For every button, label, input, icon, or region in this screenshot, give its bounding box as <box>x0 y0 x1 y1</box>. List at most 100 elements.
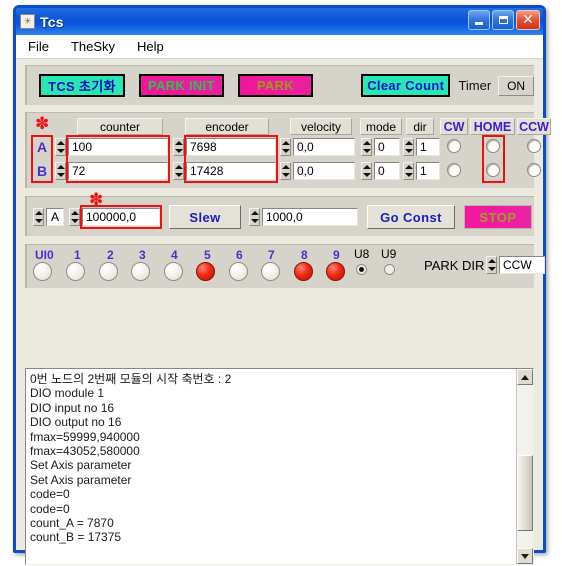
slew-panel: ✽ A 100000,0 Slew 1000,0 Go Const STOP <box>25 192 534 236</box>
axis-a-dir-input[interactable]: 1 <box>416 138 440 156</box>
axis-b-velocity-input[interactable]: 0,0 <box>293 162 355 180</box>
clear-count-button[interactable]: Clear Count <box>361 74 451 97</box>
menu-bar: File TheSky Help <box>16 35 543 59</box>
asterisk-marker-counter: ✽ <box>35 114 50 134</box>
tcs-init-button[interactable]: TCS 초기화 <box>39 74 125 97</box>
const-value-input[interactable]: 1000,0 <box>262 208 358 226</box>
axis-a-dir-spinner[interactable] <box>403 138 414 156</box>
io-led-3[interactable] <box>131 262 150 281</box>
io-led-4[interactable] <box>164 262 183 281</box>
io-label-5: 5 <box>204 248 211 262</box>
maximize-button[interactable] <box>492 10 514 30</box>
axis-b-encoder-input[interactable]: 17428 <box>186 162 276 180</box>
io-label-3: 3 <box>139 248 146 262</box>
axis-a-ccw-radio[interactable] <box>527 139 541 153</box>
axis-b-encoder-spinner[interactable] <box>173 162 184 180</box>
log-output-panel: 0번 노드의 2번째 모듈의 시작 축번호 : 2 DIO module 1 D… <box>25 368 534 565</box>
u8-radio-dot <box>359 267 364 272</box>
slew-button[interactable]: Slew <box>169 205 241 229</box>
axis-b-ccw-radio[interactable] <box>527 163 541 177</box>
minimize-button[interactable] <box>468 10 490 30</box>
axis-a-cw-radio[interactable] <box>447 139 461 153</box>
velocity-header: velocity <box>290 118 352 135</box>
axis-b-cw-radio[interactable] <box>447 163 461 177</box>
u9-radio[interactable] <box>384 264 395 275</box>
menu-item-thesky[interactable]: TheSky <box>69 38 117 55</box>
mode-header: mode <box>360 118 402 135</box>
io-label-9: 9 <box>333 248 340 262</box>
command-toolbar: TCS 초기화 PARK INIT PARK Clear Count Timer… <box>25 65 534 105</box>
axis-a-mode-input[interactable]: 0 <box>374 138 400 156</box>
u8-radio[interactable] <box>356 264 367 275</box>
client-area: TCS 초기화 PARK INIT PARK Clear Count Timer… <box>16 59 551 565</box>
scrollbar-thumb[interactable] <box>517 455 533 531</box>
axis-a-encoder-spinner[interactable] <box>173 138 184 156</box>
io-led-6[interactable] <box>229 262 248 281</box>
io-led-7[interactable] <box>261 262 280 281</box>
window-controls: ✕ <box>468 10 540 30</box>
io-led-9[interactable] <box>326 262 345 281</box>
axis-b-mode-spinner[interactable] <box>361 162 372 180</box>
chevron-up-icon <box>521 374 529 380</box>
scroll-down-button[interactable] <box>517 548 533 564</box>
log-scrollbar[interactable] <box>516 369 533 564</box>
axis-b-counter-spinner[interactable] <box>55 162 66 180</box>
maximize-icon <box>498 16 508 24</box>
scroll-up-button[interactable] <box>517 369 533 385</box>
axis-panel: ✽ counter encoder velocity mode dir CW H… <box>25 112 551 188</box>
slew-value-spinner[interactable] <box>69 208 80 226</box>
axis-b-dir-input[interactable]: 1 <box>416 162 440 180</box>
slew-axis-spinner[interactable] <box>33 208 44 226</box>
dir-header: dir <box>406 118 434 135</box>
const-value-spinner[interactable] <box>249 208 260 226</box>
axis-b-label: B <box>37 163 48 179</box>
close-button[interactable]: ✕ <box>516 10 540 30</box>
go-const-button[interactable]: Go Const <box>367 205 455 229</box>
axis-a-mode-spinner[interactable] <box>361 138 372 156</box>
home-header: HOME <box>470 118 515 135</box>
axis-a-velocity-spinner[interactable] <box>280 138 291 156</box>
io-led-8[interactable] <box>294 262 313 281</box>
axis-a-encoder-input[interactable]: 7698 <box>186 138 276 156</box>
stop-button[interactable]: STOP <box>464 205 532 229</box>
u8-label: U8 <box>354 247 370 261</box>
park-dir-value[interactable]: CCW <box>499 256 545 274</box>
io-label-1: 1 <box>74 248 81 262</box>
axis-a-velocity-input[interactable]: 0,0 <box>293 138 355 156</box>
io-led-0[interactable] <box>33 262 52 281</box>
u9-label: U9 <box>381 247 397 261</box>
park-dir-spinner[interactable] <box>486 256 497 274</box>
io-label-2: 2 <box>107 248 114 262</box>
title-bar[interactable]: ☀ Tcs ✕ <box>16 8 543 35</box>
axis-b-home-radio[interactable] <box>486 163 500 177</box>
menu-item-file[interactable]: File <box>26 38 51 55</box>
slew-axis-value[interactable]: A <box>46 208 64 226</box>
axis-b-velocity-spinner[interactable] <box>280 162 291 180</box>
chevron-down-icon <box>521 553 529 559</box>
axis-a-home-radio[interactable] <box>486 139 500 153</box>
io-label-8: 8 <box>301 248 308 262</box>
io-label-0: UI0 <box>35 248 54 262</box>
timer-value[interactable]: ON <box>498 75 534 96</box>
axis-a-label: A <box>37 139 48 155</box>
axis-b-mode-input[interactable]: 0 <box>374 162 400 180</box>
asterisk-marker-slew: ✽ <box>89 190 104 210</box>
io-led-1[interactable] <box>66 262 85 281</box>
window-title: Tcs <box>40 13 64 30</box>
io-led-5[interactable] <box>196 262 215 281</box>
io-panel: UI0 1 2 3 4 5 6 7 8 9 U8 U9 PARK DIR CCW <box>25 244 545 288</box>
axis-b-dir-spinner[interactable] <box>403 162 414 180</box>
io-label-7: 7 <box>268 248 275 262</box>
axis-b-counter-input[interactable]: 72 <box>68 162 168 180</box>
menu-item-help[interactable]: Help <box>135 38 166 55</box>
ccw-header: CCW <box>517 118 551 135</box>
slew-value-input[interactable]: 100000,0 <box>82 208 160 226</box>
io-led-2[interactable] <box>99 262 118 281</box>
park-init-button[interactable]: PARK INIT <box>138 74 224 97</box>
app-window: ☀ Tcs ✕ File TheSky Help TCS 초기화 PARK IN… <box>13 5 551 565</box>
axis-a-counter-input[interactable]: 100 <box>68 138 168 156</box>
axis-a-counter-spinner[interactable] <box>55 138 66 156</box>
park-dir-label: PARK DIR <box>424 258 485 273</box>
park-button[interactable]: PARK <box>237 74 314 97</box>
io-label-4: 4 <box>171 248 178 262</box>
